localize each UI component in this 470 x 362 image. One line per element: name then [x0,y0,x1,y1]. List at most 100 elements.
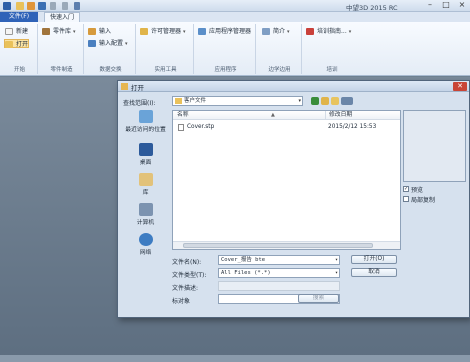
title-bar: 中望3D 2015 RC – □ × [0,0,470,12]
place-desktop[interactable]: 桌面 [122,143,169,166]
cancel-button[interactable]: 取消 [351,268,397,277]
description-label: 文件描述: [172,285,199,292]
close-icon[interactable]: × [454,0,470,11]
status-bar [0,355,470,362]
app-manager-button[interactable]: 应用程序管理器 [198,27,251,36]
place-recent[interactable]: 最近访问的位置 [122,110,169,133]
column-modified[interactable]: 修改日期 [325,111,352,120]
tab-quick-start[interactable]: 快速入门 [44,12,80,22]
search-button[interactable]: 搜索 [298,294,339,303]
preview-checkbox[interactable]: ✓ 预览 [403,185,423,194]
place-computer[interactable]: 计算机 [122,203,169,226]
open-button[interactable]: 打开(O) [351,255,397,264]
description-field [218,281,340,291]
preview-pane [403,110,466,182]
chevron-down-icon: ▾ [287,29,290,35]
dialog-title-bar: 打开 ✕ [118,81,469,92]
chevron-down-icon: ▾ [183,29,186,35]
library-icon [42,28,50,35]
recent-places-icon [138,110,153,123]
window-title: 中望3D 2015 RC [346,4,398,12]
file-name: Cover.stp [187,124,215,130]
dialog-toolbar [311,97,353,107]
ribbon: 新建 打开 开始 零件库 ▾ 零件制造 输入 输入配置 ▾ 数据交换 许可管理器 ▾ … [0,22,470,76]
chevron-down-icon: ▾ [334,257,338,263]
desktop-icon [138,143,153,156]
network-icon [138,233,153,246]
horizontal-scrollbar[interactable] [173,241,400,249]
back-icon[interactable] [311,97,319,105]
ribbon-group-utilities: 许可管理器 ▾ 实用工具 [138,24,194,74]
chevron-down-icon: ▾ [125,41,128,47]
license-manager-button[interactable]: 许可管理器 ▾ [140,27,186,36]
customize-toolbar-icon[interactable] [74,2,80,10]
maximize-icon[interactable]: □ [438,0,454,11]
folder-icon [175,97,182,104]
place-network[interactable]: 网络 [122,233,169,256]
up-folder-icon[interactable] [321,97,329,105]
scrollbar-thumb[interactable] [183,243,373,248]
file-date: 2015/2/12 15:53 [328,124,377,130]
column-name[interactable]: 名称 [177,111,189,120]
group-label-applications: 应用程序 [214,67,237,73]
folder-icon [5,41,13,48]
part-library-button[interactable]: 零件库 ▾ [42,27,76,36]
checkbox-unchecked-icon [403,196,409,202]
ribbon-group-part-manufacturing: 零件库 ▾ 零件制造 [40,24,84,74]
folder-open-icon[interactable] [16,2,24,10]
look-in-label: 查找范围(I): [123,100,156,107]
ribbon-tabs: 文件(F) 快速入门 [0,12,470,22]
libraries-icon [138,173,153,186]
chevron-down-icon: ▾ [348,29,352,35]
object-label: 标对象 [172,298,191,305]
sort-arrow-icon: ▲ [271,112,275,118]
new-folder-icon[interactable] [331,97,339,105]
group-label-data-exchange: 数据交换 [99,67,122,73]
redo-icon[interactable] [62,2,68,10]
intro-icon [262,28,270,35]
group-label-part-manufacturing: 零件制造 [50,67,73,73]
file-icon [178,124,184,131]
chevron-down-icon: ▾ [73,29,76,35]
ribbon-group-data-exchange: 输入 输入配置 ▾ 数据交换 [86,24,136,74]
partial-copy-checkbox[interactable]: 局部复制 [403,195,435,204]
look-in-select[interactable]: 客户文件 ▾ [172,96,303,106]
app-manager-icon [198,28,206,35]
file-list[interactable]: 名称 ▲ 修改日期 Cover.stp 2015/2/12 15:53 [172,110,401,250]
import-config-icon [88,40,96,47]
view-menu-icon[interactable] [341,97,353,105]
file-row[interactable]: Cover.stp 2015/2/12 15:53 [173,123,400,132]
computer-icon [138,203,153,216]
folder-icon [121,83,128,90]
place-libraries[interactable]: 库 [122,173,169,196]
ribbon-group-learn: 简介 ▾ 边学边用 [258,24,302,74]
open-button[interactable]: 打开 [4,39,30,48]
import-icon [88,28,96,35]
filename-input[interactable]: Cover_报告 bte ▾ [218,255,340,265]
group-label-start: 开始 [13,67,25,73]
intro-button[interactable]: 简介 ▾ [262,27,290,36]
tab-file[interactable]: 文件(F) [0,12,38,22]
undo-icon[interactable] [50,2,56,10]
places-bar: 最近访问的位置 桌面 库 计算机 网络 [122,110,169,265]
ribbon-group-start: 新建 打开 开始 [2,24,38,74]
ribbon-group-training: 培训指南... ▾ 培训 [304,24,360,74]
filetype-select[interactable]: All Files (*.*) ▾ [218,268,340,278]
ribbon-group-applications: 应用程序管理器 应用程序 [196,24,256,74]
import-button[interactable]: 输入 [88,27,111,36]
minimize-icon[interactable]: – [422,0,438,11]
open-dialog: 打开 ✕ 查找范围(I): 客户文件 ▾ 最近访问的位置 桌面 库 计算机 网络… [117,80,470,318]
training-guide-button[interactable]: 培训指南... ▾ [306,27,351,36]
new-icon [5,28,13,35]
new-button[interactable]: 新建 [5,27,28,36]
dialog-title: 打开 [131,84,144,92]
import-config-button[interactable]: 输入配置 ▾ [88,39,128,48]
chevron-down-icon: ▾ [334,270,338,276]
new-file-icon[interactable] [27,2,35,10]
training-icon [306,28,314,35]
app-logo-icon [3,2,11,10]
group-label-training: 培训 [326,67,338,73]
save-icon[interactable] [38,2,46,10]
window-controls: – □ × [422,0,470,11]
close-button[interactable]: ✕ [453,82,467,91]
